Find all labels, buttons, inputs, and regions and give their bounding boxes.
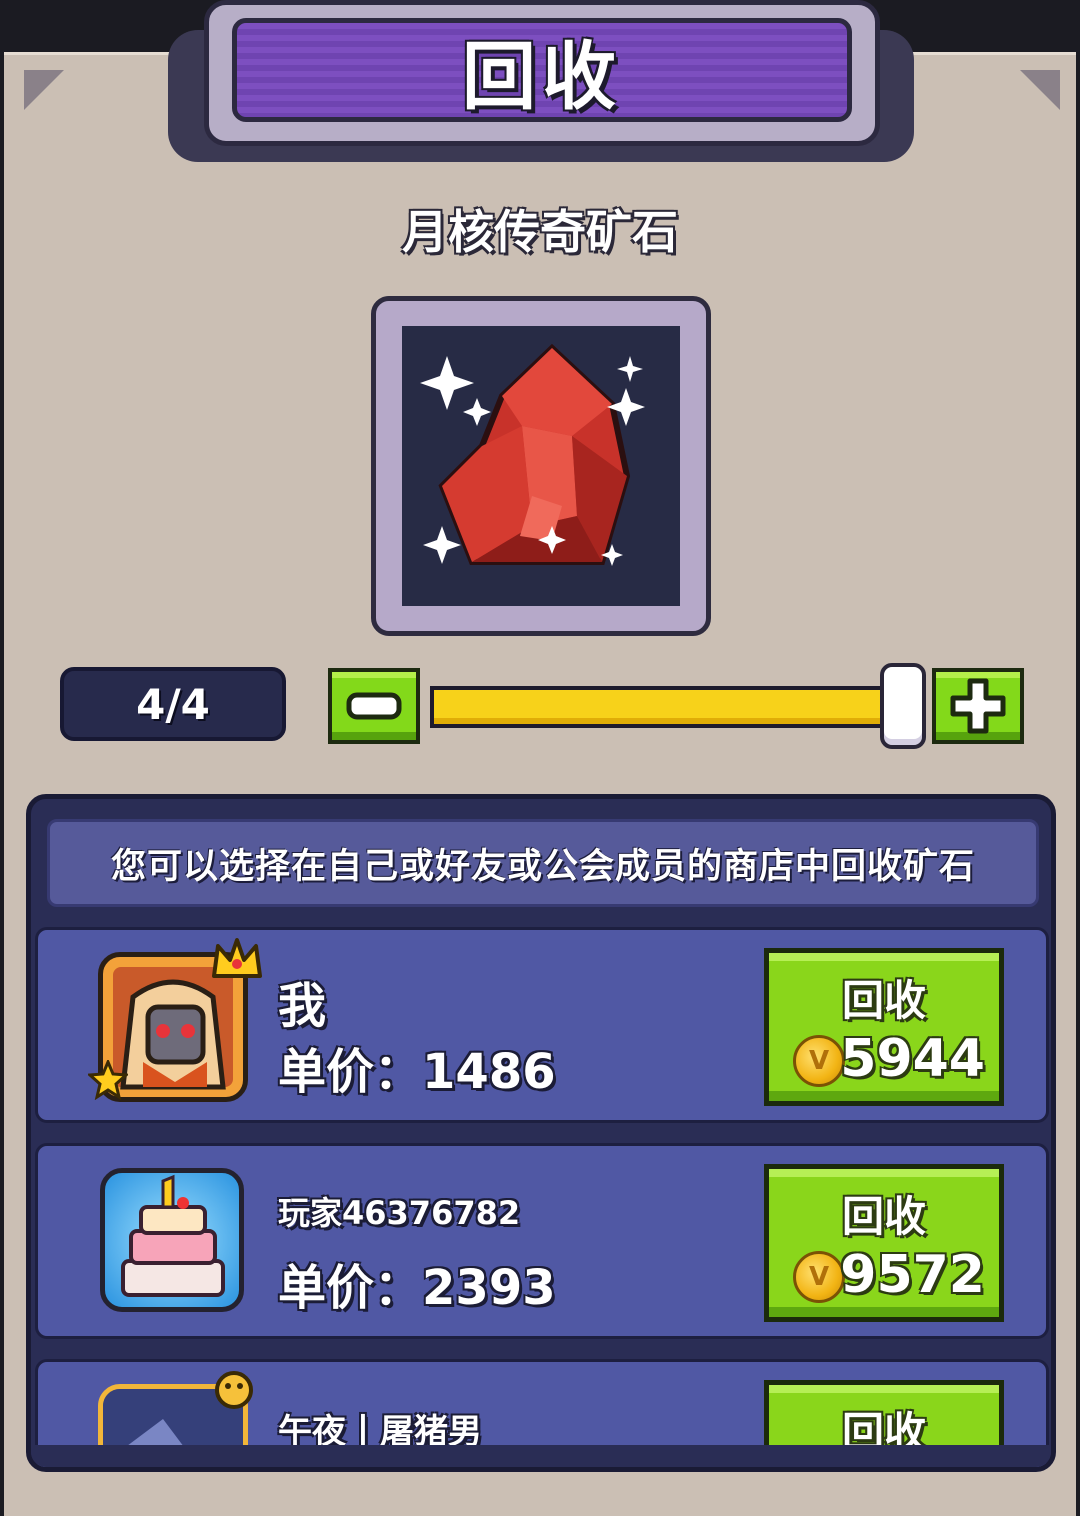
corner-decoration-right: [1020, 70, 1060, 110]
recycle-total: 5944: [840, 1029, 985, 1089]
quantity-display: 4/4: [60, 667, 286, 741]
corner-decoration-left: [24, 70, 64, 110]
minus-icon: [346, 692, 402, 720]
slider-handle[interactable]: [880, 663, 926, 749]
slider-fill: [434, 690, 902, 724]
unit-price: 单价：1486: [278, 1044, 556, 1100]
info-banner: 您可以选择在自己或好友或公会成员的商店中回收矿石: [47, 819, 1039, 907]
quantity-slider[interactable]: [430, 686, 906, 728]
red-gem-icon: [420, 343, 645, 566]
pig-badge-icon: [215, 1371, 253, 1409]
list-bottom-edge: [31, 1445, 1051, 1467]
recycle-button[interactable]: 回收 V 5944: [764, 948, 1004, 1106]
player-name: 玩家46376782: [278, 1194, 521, 1232]
plus-icon: [950, 678, 1006, 734]
increase-button[interactable]: [932, 668, 1024, 744]
title-banner-inner: 回收: [232, 18, 852, 122]
shop-row: 玩家46376782 单价：2393 回收 V 9572: [35, 1143, 1049, 1339]
recycle-total: 9572: [840, 1245, 985, 1305]
cake-avatar: [100, 1168, 244, 1312]
decrease-button[interactable]: [328, 668, 420, 744]
recycle-button[interactable]: 回收 V 9572: [764, 1164, 1004, 1322]
coin-icon: V: [793, 1251, 845, 1303]
star-icon: [88, 1060, 128, 1100]
page-title: 回收: [462, 33, 622, 120]
unit-price: 单价：2393: [278, 1260, 556, 1316]
recycle-button-label: 回收: [841, 1192, 926, 1241]
item-name: 月核传奇矿石: [402, 205, 678, 259]
recycle-button-label: 回收: [841, 976, 926, 1025]
shop-row: 我 单价：1486 回收 V 5944: [35, 927, 1049, 1123]
crown-icon: [212, 938, 262, 978]
shop-list[interactable]: 您可以选择在自己或好友或公会成员的商店中回收矿石 我 单价：1486 回收 V …: [26, 794, 1056, 1472]
coin-icon: V: [793, 1035, 845, 1087]
player-name: 我: [278, 978, 327, 1034]
